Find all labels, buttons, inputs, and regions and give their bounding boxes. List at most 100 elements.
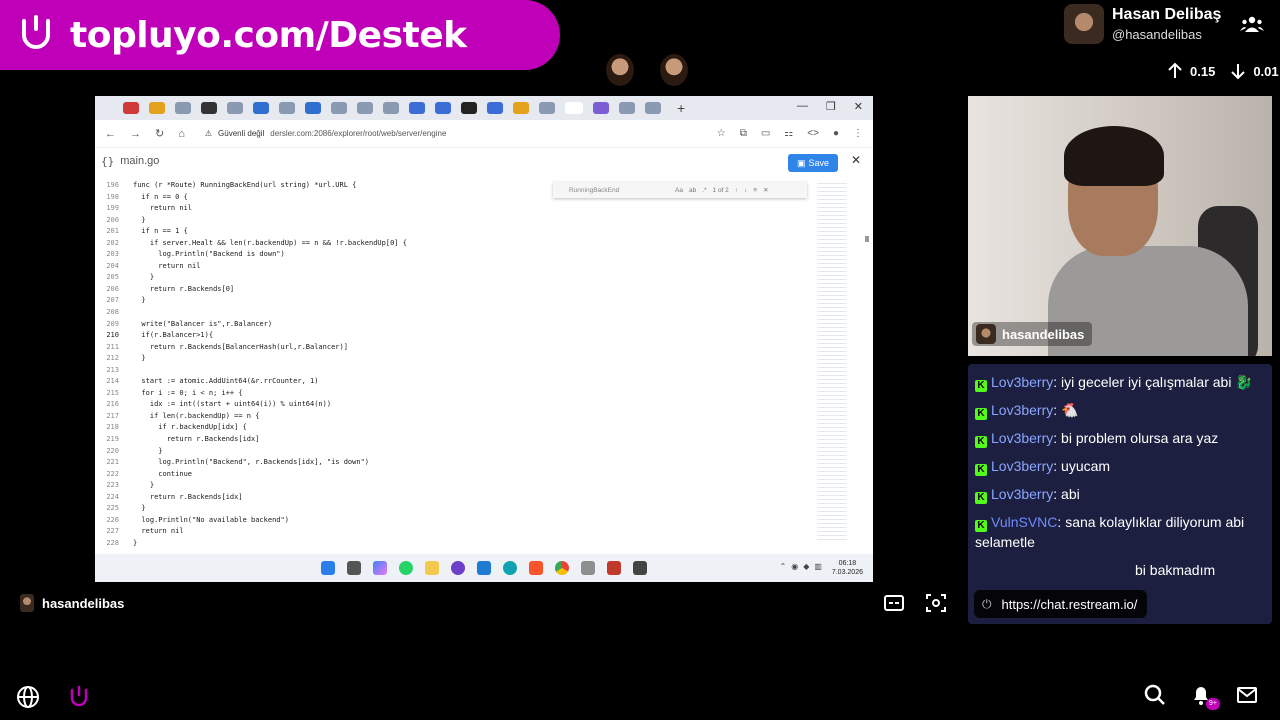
vscode-icon[interactable] (477, 561, 491, 575)
code-text[interactable]: if len(r.backendUp) == n { (133, 411, 260, 423)
task-view-icon[interactable] (347, 561, 361, 575)
code-line[interactable]: 206 return r.Backends[0] (95, 284, 815, 296)
prev-match-icon[interactable]: ↑ (735, 187, 738, 194)
code-text[interactable]: return r.Backends[idx] (133, 434, 260, 446)
browser-tab[interactable] (305, 102, 321, 114)
code-line[interactable]: 203 log.Println("Backend is down") (95, 249, 815, 261)
code-line[interactable]: 228} (95, 538, 815, 550)
browser-tab[interactable] (539, 102, 555, 114)
browser-tab[interactable] (253, 102, 269, 114)
star-icon[interactable]: ☆ (717, 128, 726, 139)
browser-tab[interactable] (435, 102, 451, 114)
match-case-icon[interactable]: Aa (675, 187, 683, 194)
arrow-down-icon[interactable] (1229, 62, 1247, 80)
app-icon[interactable] (581, 561, 595, 575)
code-text[interactable]: } (133, 480, 154, 492)
code-line[interactable]: 226 log.Println("No available backend") (95, 515, 815, 527)
menu-icon[interactable]: ⋮ (853, 128, 863, 139)
code-line[interactable]: 219 return r.Backends[idx] (95, 434, 815, 446)
url-field[interactable]: ⚠ Güvenli değil dersler.com:2086/explore… (205, 129, 447, 138)
browser-tab[interactable] (201, 102, 217, 114)
save-button[interactable]: ▣ Save (788, 154, 838, 172)
chat-username[interactable]: Lov3berry (991, 458, 1053, 474)
screenshot-icon[interactable] (926, 594, 946, 612)
code-line[interactable]: 211 return r.Backends[BalancerHash(url,r… (95, 342, 815, 354)
cast-icon[interactable]: ▭ (761, 128, 770, 139)
close-editor-icon[interactable]: ✕ (851, 153, 861, 167)
code-line[interactable]: 209 write("Balancer is",r.Balancer) (95, 319, 815, 331)
captions-icon[interactable] (884, 594, 904, 612)
arrow-up-icon[interactable] (1166, 62, 1184, 80)
apps-icon[interactable]: ⚏ (784, 128, 793, 139)
code-text[interactable]: } (133, 503, 145, 515)
people-icon[interactable] (1240, 14, 1264, 34)
code-text[interactable]: } (133, 215, 145, 227)
chrome-icon[interactable] (555, 561, 569, 575)
extensions-icon[interactable]: ⧉ (740, 128, 747, 139)
brave-icon[interactable] (529, 561, 543, 575)
code-line[interactable]: 205 } (95, 272, 815, 284)
close-find-icon[interactable]: ✕ (763, 186, 768, 194)
code-text[interactable]: } (133, 538, 137, 550)
code-line[interactable]: 217 if len(r.backendUp) == n { (95, 411, 815, 423)
code-line[interactable]: 202 if server.Healt && len(r.backendUp) … (95, 238, 815, 250)
browser-tab[interactable] (487, 102, 503, 114)
code-text[interactable]: if n == 1 { (133, 226, 187, 238)
code-text[interactable]: write("Balancer is",r.Balancer) (133, 319, 272, 331)
account-icon[interactable]: ● (833, 128, 839, 139)
code-line[interactable]: 208 (95, 307, 815, 319)
code-text[interactable]: if server.Healt && len(r.backendUp) == n… (133, 238, 407, 250)
code-line[interactable]: 223 } (95, 480, 815, 492)
forward-icon[interactable]: → (130, 128, 141, 140)
back-icon[interactable]: ← (105, 128, 116, 140)
code-line[interactable]: 225 } (95, 503, 815, 515)
code-line[interactable]: 200 } (95, 215, 815, 227)
browser-tab[interactable] (149, 102, 165, 114)
code-text[interactable]: if(r.Balancer>1){ (133, 330, 213, 342)
windows-start-icon[interactable] (321, 561, 335, 575)
chat-username[interactable]: Lov3berry (991, 430, 1053, 446)
code-text[interactable]: return r.Backends[0] (133, 284, 234, 296)
browser-tab[interactable] (383, 102, 399, 114)
browser-tab[interactable] (123, 102, 139, 114)
minimap[interactable] (817, 180, 847, 540)
new-tab-button[interactable]: + (677, 100, 685, 116)
url-text[interactable]: dersler.com:2086/explorer/root/web/serve… (270, 129, 446, 138)
system-tray[interactable]: ⌃◉◆▥ (780, 562, 827, 571)
code-line[interactable]: 221 log.Println("Backend", r.Backends[id… (95, 457, 815, 469)
maximize-icon[interactable]: ❐ (826, 100, 836, 113)
code-text[interactable]: for i := 0; i < n; i++ { (133, 388, 242, 400)
code-line[interactable]: 220 } (95, 446, 815, 458)
avatar[interactable] (1064, 4, 1104, 44)
mail-icon[interactable] (1236, 684, 1258, 706)
find-input[interactable]: RunningBackEnd (569, 187, 669, 194)
code-text[interactable]: return nil (133, 203, 192, 215)
code-text[interactable]: } (133, 353, 145, 365)
code-editor[interactable]: 196 func (r *Route) RunningBackEnd(url st… (95, 180, 815, 550)
code-text[interactable]: } (133, 295, 145, 307)
code-line[interactable]: 216 idx := int((start + uint64(i)) % uin… (95, 399, 815, 411)
chat-username[interactable]: Lov3berry (991, 486, 1053, 502)
browser-tab[interactable] (357, 102, 373, 114)
browser-tab[interactable] (645, 102, 661, 114)
code-line[interactable]: 214 start := atomic.AddUint64(&r.rrCount… (95, 376, 815, 388)
code-line[interactable]: 215 for i := 0; i < n; i++ { (95, 388, 815, 400)
browser-tab[interactable] (619, 102, 635, 114)
code-text[interactable]: if r.backendUp[idx] { (133, 422, 247, 434)
code-line[interactable]: 199 return nil (95, 203, 815, 215)
code-text[interactable]: return nil (133, 526, 183, 538)
security-label[interactable]: Güvenli değil (218, 129, 264, 138)
minimize-icon[interactable]: — (797, 100, 808, 113)
topluyo-icon[interactable] (66, 684, 92, 710)
code-line[interactable]: 207 } (95, 295, 815, 307)
chat-username[interactable]: VulnSVNC (991, 514, 1057, 530)
globe-icon[interactable] (16, 685, 40, 709)
code-line[interactable]: 210 if(r.Balancer>1){ (95, 330, 815, 342)
close-icon[interactable]: ✕ (854, 100, 863, 113)
code-line[interactable]: 213 (95, 365, 815, 377)
chat-panel[interactable]: K Lov3berry: iyi geceler iyi çalışmalar a… (968, 364, 1272, 624)
folder-icon[interactable] (425, 561, 439, 575)
taskbar-clock[interactable]: 06:18 7.03.2026 (832, 559, 863, 577)
chat-link[interactable]: ⏻ https://chat.restream.io/ (974, 590, 1148, 618)
code-text[interactable]: log.Println("Backend", r.Backends[idx], … (133, 457, 369, 469)
